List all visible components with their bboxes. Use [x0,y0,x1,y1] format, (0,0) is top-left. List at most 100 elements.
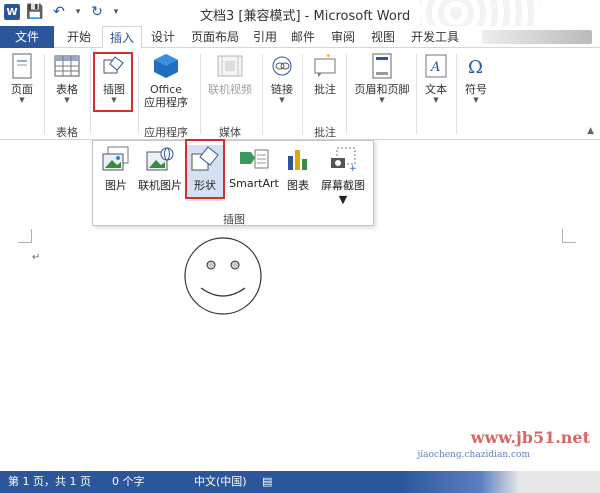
online-picture-button[interactable]: 联机图片 [135,145,185,193]
ribbon-tabs: 文件 开始 插入 设计 页面布局 引用 邮件 审阅 视图 开发工具 [0,26,600,49]
chart-icon [283,145,313,173]
ribbon-separator [456,54,457,134]
paragraph-mark-icon: ↵ [32,252,41,263]
online-video-button[interactable]: 联机视频 [204,52,256,96]
picture-label: 图片 [105,179,127,192]
ribbon-separator [346,54,347,134]
group-label-comment: 批注 [314,126,336,139]
table-button[interactable]: 表格 ▼ [50,52,84,105]
ribbon-separator [262,54,263,134]
pages-button[interactable]: 页面 ▼ [6,52,38,105]
text-label: 文本 [425,83,447,96]
link-icon [268,52,296,80]
page-count[interactable]: 第 1 页，共 1 页 [8,471,91,493]
comment-label: 批注 [314,83,336,96]
table-label: 表格 [56,83,78,96]
tab-insert[interactable]: 插入 [102,26,143,49]
links-button[interactable]: 链接 ▼ [266,52,298,105]
chevron-down-icon: ▼ [473,96,479,104]
symbol-label: 符号 [465,83,487,96]
table-icon [53,52,81,80]
page-icon [8,52,36,80]
office-icon [152,52,180,80]
office-label: Office [149,83,183,96]
proofing-icon[interactable]: ▤ [262,471,272,493]
smartart-button[interactable]: SmartArt [227,145,281,190]
margin-corner-left [18,229,32,243]
window-title: 文档3 [兼容模式] - Microsoft Word [200,9,411,24]
svg-text:Ω: Ω [468,57,483,77]
title-bar: W 💾 ↶ ▾ ↻ ▾ 文档3 [兼容模式] - Microsoft Word [0,0,600,26]
tab-developer[interactable]: 开发工具 [404,26,466,48]
ribbon-separator [416,54,417,134]
language-indicator[interactable]: 中文(中国) [194,471,247,493]
online-picture-icon [145,145,175,173]
ribbon-separator [90,54,91,134]
pages-label: 页面 [11,83,33,96]
tab-mailings[interactable]: 邮件 [284,26,322,48]
status-right-area [400,471,600,493]
picture-button[interactable]: 图片 [99,145,133,193]
comment-button[interactable]: * 批注 [308,52,342,96]
tab-file[interactable]: 文件 [0,26,54,48]
tab-home[interactable]: 开始 [60,26,98,48]
illustrations-highlight [93,52,133,112]
online-picture-label: 联机图片 [138,179,182,192]
symbol-icon: Ω [462,52,490,80]
chevron-down-icon: ▼ [64,96,70,104]
status-bar: 第 1 页，共 1 页 0 个字 中文(中国) ▤ [0,471,600,493]
group-label-media: 媒体 [219,126,241,139]
collapse-ribbon-icon[interactable]: ▲ [587,126,594,136]
tab-page-layout[interactable]: 页面布局 [184,26,246,48]
ribbon-separator [200,54,201,134]
chart-button[interactable]: 图表 [283,145,313,193]
chevron-down-icon: ▼ [338,193,348,206]
svg-text:A: A [430,60,440,75]
screenshot-icon: + [328,145,358,173]
office-label-2: 应用程序 [144,96,188,109]
quick-access-toolbar: W 💾 ↶ ▾ ↻ ▾ [4,3,120,21]
group-label-apps: 应用程序 [144,126,188,139]
chart-label: 图表 [287,179,309,192]
word-count[interactable]: 0 个字 [112,471,145,493]
chevron-down-icon: ▼ [279,96,285,104]
comment-icon: * [311,52,339,80]
screenshot-button[interactable]: + 屏幕截图 ▼ [317,145,369,206]
ribbon-separator [302,54,303,134]
dropdown-group-label: 插图 [223,213,245,226]
header-footer-icon [368,52,396,80]
shapes-highlight [185,139,225,199]
smartart-label: SmartArt [229,177,279,190]
header-footer-label: 页眉和页脚 [354,83,410,96]
ribbon-separator [44,54,45,134]
svg-text:*: * [326,54,331,63]
header-footer-button[interactable]: 页眉和页脚 ▼ [352,52,412,105]
undo-icon[interactable]: ↶ [50,3,68,21]
office-apps-button[interactable]: Office 应用程序 [138,52,194,109]
symbol-button[interactable]: Ω 符号 ▼ [460,52,492,105]
smartart-icon [239,145,269,173]
tab-view[interactable]: 视图 [364,26,402,48]
smiley-shape[interactable] [183,236,263,316]
video-label: 联机视频 [208,83,252,96]
illustrations-dropdown: 图片 联机图片 形状 SmartArt 图表 + 屏幕截图 ▼ 插图 [92,139,374,226]
chevron-down-icon: ▼ [379,96,385,104]
screenshot-label: 屏幕截图 [321,179,365,192]
text-button[interactable]: A 文本 ▼ [420,52,452,105]
watermark-site: www.jb51.net [470,428,590,447]
undo-dropdown-icon[interactable]: ▾ [74,3,82,21]
redo-icon[interactable]: ↻ [88,3,106,21]
picture-icon [101,145,131,173]
customize-qat-icon[interactable]: ▾ [112,3,120,21]
title-decoration [420,0,540,26]
chevron-down-icon: ▼ [433,96,439,104]
word-logo-icon: W [4,4,20,20]
chevron-down-icon: ▼ [19,96,25,104]
account-area[interactable] [482,30,592,44]
tab-references[interactable]: 引用 [246,26,284,48]
tab-review[interactable]: 审阅 [324,26,362,48]
svg-text:+: + [349,164,357,172]
margin-corner-right [562,229,576,243]
tab-design[interactable]: 设计 [144,26,182,48]
save-icon[interactable]: 💾 [26,3,44,21]
